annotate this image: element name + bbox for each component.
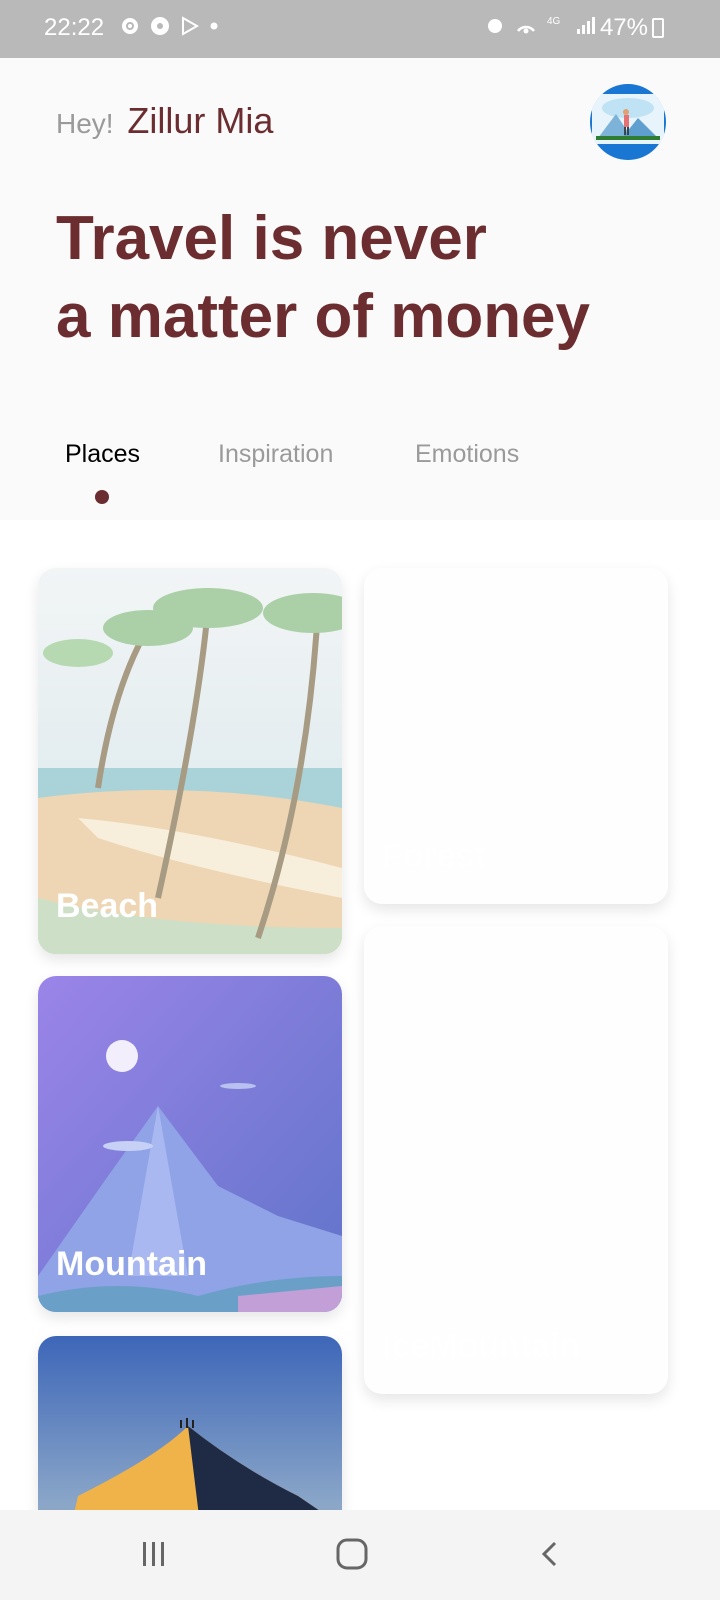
headline-line-1: Travel is never — [56, 204, 487, 273]
place-card-forest[interactable]: Forest — [364, 568, 668, 904]
status-time: 22:22 — [44, 14, 105, 41]
place-card-desert[interactable] — [38, 1336, 342, 1510]
battery-icon — [652, 18, 664, 38]
soccer-icon — [151, 17, 169, 35]
place-card-beach[interactable]: Beach — [38, 568, 342, 954]
recents-icon — [143, 1542, 164, 1566]
dot-icon — [210, 22, 218, 30]
avatar[interactable] — [590, 84, 666, 160]
alarm-icon — [488, 19, 502, 33]
user-name: Zillur Mia — [127, 100, 274, 141]
signal-icon — [577, 17, 595, 34]
home-button[interactable] — [322, 1532, 382, 1576]
play-store-icon — [182, 16, 200, 36]
status-bar: 22:22 4G 47% — [0, 0, 720, 58]
hotspot-icon — [517, 25, 535, 34]
back-button[interactable] — [520, 1532, 580, 1576]
places-grid: Beach Forest Mountain IceMountain — [0, 520, 720, 1510]
category-tabs: Places Inspiration Emotions — [0, 430, 720, 520]
tab-inspiration[interactable]: Inspiration — [218, 440, 333, 469]
place-label-forest: Forest — [382, 837, 486, 875]
place-card-icemountain[interactable]: IceMountain — [364, 926, 668, 1394]
headline: Travel is never a matter of money — [56, 200, 676, 356]
system-nav-bar — [0, 1510, 720, 1600]
tab-emotions[interactable]: Emotions — [415, 440, 519, 469]
tab-places[interactable]: Places — [65, 440, 140, 469]
place-label-beach: Beach — [56, 887, 159, 925]
place-card-mountain[interactable]: Mountain — [38, 976, 342, 1312]
greeting: Hey! Zillur Mia — [56, 100, 273, 142]
desert-image — [38, 1336, 342, 1510]
home-icon — [336, 1538, 368, 1570]
recents-button[interactable] — [124, 1532, 184, 1576]
greeting-hey: Hey! — [56, 108, 114, 139]
active-tab-indicator — [95, 490, 109, 504]
place-label-icemountain: IceMountain — [382, 1327, 581, 1365]
headline-line-2: a matter of money — [56, 282, 591, 351]
back-icon — [541, 1541, 557, 1567]
gear-icon — [122, 18, 138, 34]
svg-text:4G: 4G — [547, 16, 561, 27]
avatar-image — [592, 94, 664, 144]
4g-icon: 4G — [547, 16, 561, 27]
place-label-mountain: Mountain — [56, 1245, 208, 1283]
battery-percent: 47% — [599, 14, 648, 41]
